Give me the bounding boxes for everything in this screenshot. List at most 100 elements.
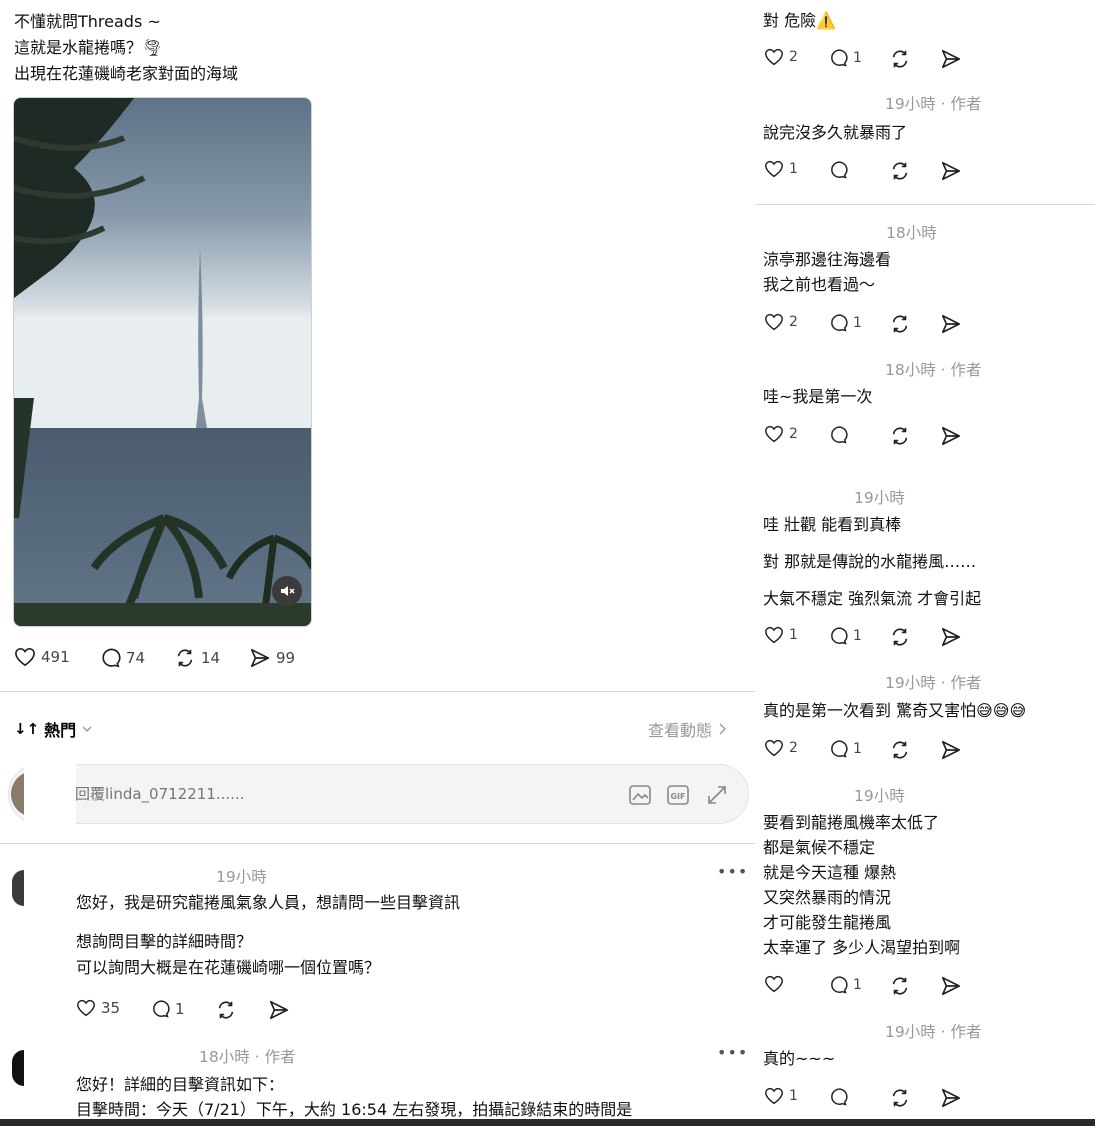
share-button[interactable] (268, 999, 290, 1021)
reply-button[interactable]: 1 (150, 999, 185, 1019)
svg-text:GIF: GIF (670, 792, 685, 801)
repost-button[interactable] (889, 975, 911, 997)
share-button[interactable] (940, 626, 962, 648)
repost-button[interactable] (889, 1087, 911, 1109)
comment-line: 想詢問目擊的詳細時間？ (76, 932, 253, 951)
comment-line: 真的是第一次看到 驚奇又害怕😅😅😅 (763, 701, 1027, 720)
comment-icon (828, 160, 848, 180)
comment-line: 我之前也看過～ (763, 275, 876, 294)
comment-time: 19小時 · 作者 (885, 1023, 982, 1041)
sort-dropdown[interactable]: ↓↑ 熱門 (14, 717, 93, 741)
repost-icon (889, 313, 911, 335)
comment-icon (828, 1087, 848, 1107)
share-button[interactable] (940, 739, 962, 761)
like-count: 2 (789, 740, 798, 756)
divider (0, 691, 755, 692)
repost-button[interactable] (889, 313, 911, 335)
reply-button[interactable]: 1 (828, 313, 862, 333)
repost-icon (889, 975, 911, 997)
like-button[interactable]: 1 (764, 1087, 798, 1105)
reply-button[interactable] (828, 1087, 853, 1107)
chevron-down-icon (82, 726, 92, 732)
heart-icon (764, 48, 784, 66)
like-button[interactable] (764, 975, 789, 993)
comment-icon (828, 975, 848, 995)
comment-icon (828, 739, 848, 759)
share-button[interactable]: 99 (249, 647, 295, 669)
repost-button[interactable] (215, 999, 237, 1021)
like-count: 35 (101, 999, 121, 1017)
comment-icon (153, 1000, 170, 1018)
reply-input-box[interactable]: GIF (8, 764, 749, 824)
repost-button[interactable] (889, 48, 911, 70)
reply-input[interactable] (75, 782, 285, 806)
like-button[interactable]: 491 (14, 647, 70, 667)
comment-time: 18小時 (886, 224, 937, 242)
avatar (12, 1050, 24, 1086)
mute-icon[interactable] (272, 576, 302, 606)
repost-button[interactable]: 14 (174, 647, 220, 669)
repost-icon (889, 48, 911, 70)
share-button[interactable] (940, 425, 962, 447)
comment-icon (828, 626, 848, 646)
repost-icon (889, 626, 911, 648)
comment-line: 您好！詳細的目擊資訊如下： (76, 1075, 285, 1094)
repost-button[interactable] (889, 425, 911, 447)
repost-count: 14 (201, 649, 221, 667)
share-icon (940, 975, 962, 997)
comment-line: 對 那就是傳說的水龍捲風…… (763, 552, 977, 571)
view-activity-label: 查看動態 (648, 721, 713, 740)
like-count: 1 (789, 1088, 798, 1104)
like-button[interactable]: 1 (764, 626, 798, 644)
expand-icon[interactable] (706, 784, 728, 806)
comment-line: 就是今天這種 爆熱 (763, 863, 897, 882)
share-button[interactable] (940, 160, 962, 182)
share-icon (269, 1000, 289, 1020)
divider (755, 204, 1095, 205)
like-button[interactable]: 35 (76, 999, 120, 1017)
reply-button[interactable] (828, 160, 853, 180)
share-button[interactable] (940, 975, 962, 997)
reply-button[interactable]: 1 (828, 739, 862, 759)
like-count: 2 (789, 314, 798, 330)
reply-button[interactable]: 1 (828, 626, 862, 646)
share-button[interactable] (940, 48, 962, 70)
like-button[interactable]: 1 (764, 160, 798, 178)
comment-icon (828, 48, 848, 68)
gif-icon[interactable]: GIF (666, 784, 690, 806)
heart-icon (764, 975, 784, 993)
share-icon (250, 648, 270, 668)
like-button[interactable]: 2 (764, 739, 798, 757)
like-button[interactable]: 2 (764, 425, 798, 443)
share-button[interactable] (940, 313, 962, 335)
comment-icon (102, 648, 121, 668)
share-icon (940, 313, 962, 335)
more-icon[interactable]: ••• (717, 862, 748, 881)
share-button[interactable] (940, 1087, 962, 1109)
reply-button[interactable]: 1 (828, 975, 862, 995)
heart-icon (77, 999, 95, 1017)
reply-button[interactable]: 1 (828, 48, 862, 68)
like-button[interactable]: 2 (764, 313, 798, 331)
image-icon[interactable] (628, 784, 652, 806)
post-video[interactable] (13, 97, 312, 627)
post-line: 這就是水龍捲嗎？🌪 (14, 38, 163, 57)
comment-icon (828, 313, 848, 333)
comment-line: 哇~我是第一次 (763, 387, 873, 406)
view-activity-link[interactable]: 查看動態 (648, 717, 727, 741)
bottom-bar (0, 1119, 1095, 1126)
heart-icon (15, 647, 35, 667)
repost-button[interactable] (889, 626, 911, 648)
comment-line: 哇 壯觀 能看到真棒 (763, 515, 902, 534)
repost-button[interactable] (889, 160, 911, 182)
reply-button[interactable]: 74 (99, 647, 145, 669)
more-icon[interactable]: ••• (717, 1043, 748, 1062)
reply-button[interactable] (828, 425, 853, 445)
like-button[interactable]: 2 (764, 48, 798, 66)
repost-button[interactable] (889, 739, 911, 761)
repost-icon (889, 425, 911, 447)
repost-icon (218, 1001, 234, 1019)
comment-line: 涼亭那邊往海邊看 (763, 250, 892, 269)
comment-line: 才可能發生龍捲風 (763, 913, 892, 932)
share-icon (940, 1087, 962, 1109)
